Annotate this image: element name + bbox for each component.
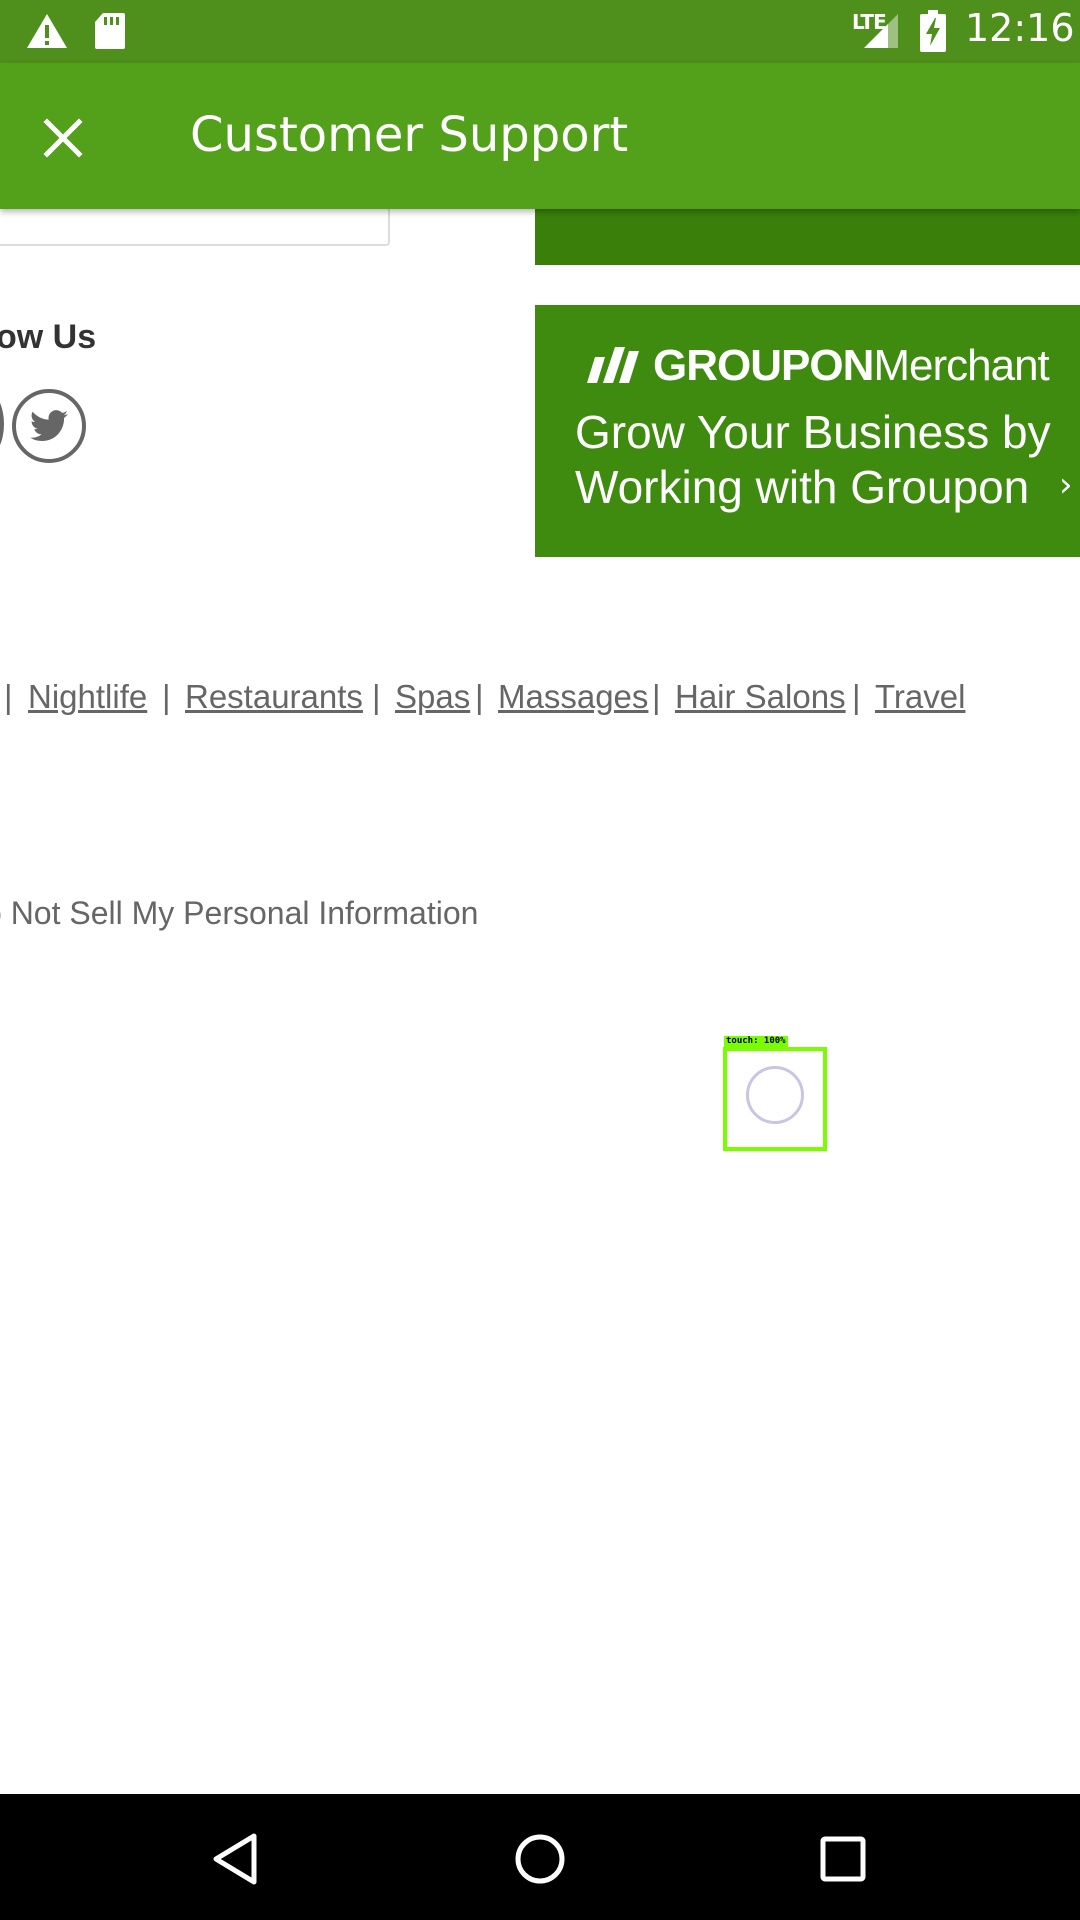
recents-icon: [820, 1836, 866, 1882]
sd-card-icon: [95, 13, 125, 49]
brand-bold: GROUPON: [653, 341, 874, 390]
clock: 12:16: [965, 6, 1075, 50]
close-button[interactable]: [28, 103, 98, 173]
separator: |: [652, 678, 661, 715]
warning-icon: [27, 14, 67, 48]
groupon-merchant-logo-text: GROUPONMerchant: [653, 341, 1050, 391]
separator: |: [852, 678, 861, 715]
signal-icon: [864, 14, 898, 48]
twitter-icon: [30, 410, 68, 442]
separator: |: [162, 678, 171, 715]
banner-line-1: Grow Your Business by: [575, 406, 1051, 458]
category-link-spas[interactable]: Spas: [395, 678, 470, 716]
home-button[interactable]: [505, 1824, 575, 1894]
app-bar: Customer Support: [0, 63, 1080, 209]
category-link-restaurants[interactable]: Restaurants: [185, 678, 363, 716]
status-bar: LTE 12:16: [0, 0, 1080, 63]
do-not-sell-link[interactable]: o Not Sell My Personal Information: [0, 895, 478, 932]
home-icon: [515, 1834, 565, 1884]
screen: ow Us GROUPONMerchant Grow Your Business…: [0, 0, 1080, 1920]
groupon-merchant-banner[interactable]: GROUPONMerchant Grow Your Business by Wo…: [535, 305, 1080, 557]
separator: |: [4, 678, 13, 715]
separator: |: [372, 678, 381, 715]
recents-button[interactable]: [808, 1824, 878, 1894]
banner-line-2: Working with Groupon: [575, 461, 1030, 513]
twitter-button[interactable]: [12, 389, 86, 463]
close-icon: [43, 118, 83, 158]
category-link-massages[interactable]: Massages: [498, 678, 648, 716]
category-links: | Nightlife | Restaurants | Spas | Massa…: [0, 678, 1080, 722]
social-icon-partial[interactable]: [0, 391, 4, 457]
brand-light: Merchant: [873, 341, 1049, 390]
category-link-hair-salons[interactable]: Hair Salons: [675, 678, 846, 716]
category-link-travel[interactable]: Travel: [875, 678, 965, 716]
category-link-nightlife[interactable]: Nightlife: [28, 678, 147, 716]
page-content: ow Us GROUPONMerchant Grow Your Business…: [0, 0, 1080, 1794]
follow-us-heading: ow Us: [0, 318, 97, 356]
navigation-bar: [0, 1794, 1080, 1920]
page-title: Customer Support: [190, 107, 629, 163]
battery-charging-icon: [920, 10, 946, 52]
touch-point-icon: [746, 1066, 804, 1124]
chevron-right-icon: ›: [1059, 465, 1073, 505]
groupon-logo-icon: [587, 347, 639, 383]
back-button[interactable]: [202, 1824, 272, 1894]
back-icon: [213, 1833, 257, 1885]
separator: |: [475, 678, 484, 715]
touch-indicator-label: touch: 100%: [724, 1036, 788, 1047]
